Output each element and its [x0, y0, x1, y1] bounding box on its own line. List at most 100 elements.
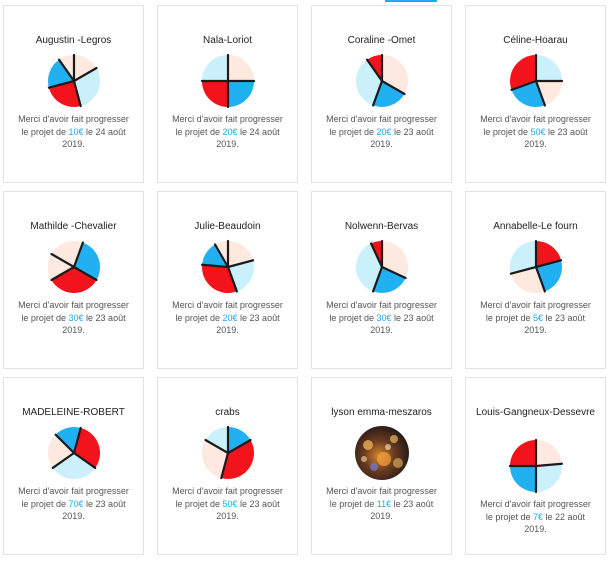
donation-year: 2019. — [216, 139, 239, 149]
avatar-segment — [510, 466, 536, 492]
donation-amount: 20€ — [222, 312, 238, 323]
contributor-name[interactable]: lyson emma-meszaros — [316, 406, 447, 419]
thanks-le: le — [240, 498, 248, 509]
thanks-line: Merci d'avoir fait progresser — [326, 114, 437, 124]
contributor-avatar[interactable] — [46, 53, 102, 109]
contributor-avatar[interactable] — [46, 425, 102, 481]
contributor-name[interactable]: crabs — [162, 406, 293, 419]
donation-amount: 50€ — [222, 498, 238, 509]
contributor-name[interactable]: Coraline -Omet — [316, 34, 447, 47]
contributor-name[interactable]: Augustin -Legros — [8, 34, 139, 47]
contributor-avatar[interactable] — [200, 425, 256, 481]
contributor-name[interactable]: MADELEINE-ROBERT — [8, 406, 139, 419]
contributor-card: Julie-Beaudoin Merci d'avoir fait progre… — [157, 191, 298, 369]
thanks-prefix: le projet de — [485, 312, 531, 323]
donation-date: 23 août — [249, 498, 280, 509]
thanks-line: Merci d'avoir fait progresser — [480, 114, 591, 124]
pie-avatar-svg — [509, 239, 563, 293]
donation-year: 2019. — [62, 139, 85, 149]
contributor-name[interactable]: Nolwenn-Bervas — [316, 220, 447, 233]
donation-year: 2019. — [524, 139, 547, 149]
avatar-segment — [536, 440, 562, 466]
thanks-prefix: le projet de — [175, 312, 220, 323]
thanks-le: le — [240, 312, 248, 323]
contributor-avatar[interactable] — [354, 425, 410, 481]
thanks-line: Merci d'avoir fait progresser — [18, 300, 129, 310]
thanks-prefix: le projet de — [485, 511, 531, 522]
top-accent-bar — [385, 0, 437, 2]
contributor-name[interactable]: Julie-Beaudoin — [162, 220, 293, 233]
pie-avatar-svg — [200, 239, 255, 293]
pie-avatar-svg — [48, 241, 100, 293]
contributor-name[interactable]: Louis-Gangneux-Dessevre — [470, 406, 601, 419]
thanks-message: Merci d'avoir fait progresser le projet … — [474, 299, 597, 337]
thanks-message: Merci d'avoir fait progresser le projet … — [12, 113, 135, 151]
contributor-avatar[interactable] — [200, 239, 256, 295]
contributor-avatar[interactable] — [354, 239, 410, 295]
donation-amount: 50€ — [530, 126, 546, 137]
donation-amount: 30€ — [376, 312, 392, 323]
contributor-card: Céline-Hoarau Merci d'avoir fait progres… — [465, 5, 606, 183]
avatar-segment — [202, 81, 228, 107]
thanks-line: Merci d'avoir fait progresser — [18, 486, 129, 496]
donation-year: 2019. — [62, 325, 85, 335]
donation-amount: 11€ — [376, 498, 392, 509]
thanks-le: le — [86, 312, 94, 323]
contributor-card: Nala-Loriot Merci d'avoir fait progresse… — [157, 5, 298, 183]
contributor-card: lyson emma-meszaros Merci d'avoir fait p… — [311, 377, 452, 555]
contributor-name[interactable]: Mathilde -Chevalier — [8, 220, 139, 233]
pie-avatar-svg — [200, 53, 256, 109]
thanks-prefix: le projet de — [21, 126, 66, 137]
donation-amount: 10€ — [68, 126, 84, 137]
pie-avatar-svg — [202, 425, 254, 480]
contributor-card: Annabelle-Le fourn Merci d'avoir fait pr… — [465, 191, 606, 369]
thanks-le: le — [394, 312, 402, 323]
contributor-card: Louis-Gangneux-Dessevre Merci d'avoir fa… — [465, 377, 606, 555]
thanks-message: Merci d'avoir fait progresser le projet … — [320, 113, 443, 151]
thanks-le: le — [545, 312, 553, 323]
contributor-card: Coraline -Omet Merci d'avoir fait progre… — [311, 5, 452, 183]
thanks-message: Merci d'avoir fait progresser le projet … — [166, 113, 289, 151]
contributor-name[interactable]: Annabelle-Le fourn — [470, 220, 601, 233]
thanks-message: Merci d'avoir fait progresser le projet … — [166, 299, 289, 337]
contributor-card: Mathilde -Chevalier Merci d'avoir fait p… — [3, 191, 144, 369]
donation-amount: 70€ — [68, 498, 84, 509]
donation-amount: 30€ — [68, 312, 84, 323]
donation-year: 2019. — [524, 325, 547, 335]
thanks-message: Merci d'avoir fait progresser le projet … — [320, 485, 443, 523]
contributor-avatar[interactable] — [508, 438, 564, 494]
donation-date: 24 août — [249, 126, 280, 137]
contributor-avatar[interactable] — [354, 53, 410, 109]
thanks-prefix: le projet de — [329, 498, 375, 509]
pie-avatar-svg — [47, 53, 100, 108]
contributor-name[interactable]: Nala-Loriot — [162, 34, 293, 47]
thanks-line: Merci d'avoir fait progresser — [326, 300, 437, 310]
contributor-name[interactable]: Céline-Hoarau — [470, 34, 601, 47]
thanks-line: Merci d'avoir fait progresser — [172, 486, 283, 496]
donation-date: 23 août — [249, 312, 280, 323]
thanks-prefix: le projet de — [175, 498, 220, 509]
pie-avatar-svg — [356, 53, 408, 107]
thanks-le: le — [86, 126, 94, 137]
thanks-prefix: le projet de — [21, 498, 66, 509]
avatar-segment — [510, 440, 536, 466]
donation-amount: 20€ — [222, 126, 238, 137]
contributor-avatar[interactable] — [200, 53, 256, 109]
contributor-card: MADELEINE-ROBERT Merci d'avoir fait prog… — [3, 377, 144, 555]
avatar-segment — [228, 81, 254, 107]
donation-date: 23 août — [557, 126, 588, 137]
contributor-avatar[interactable] — [46, 239, 102, 295]
thanks-line: Merci d'avoir fait progresser — [326, 486, 437, 496]
donation-year: 2019. — [370, 325, 393, 335]
pie-avatar-svg — [47, 426, 100, 479]
thanks-line: Merci d'avoir fait progresser — [18, 114, 129, 124]
donation-date: 23 août — [555, 312, 586, 323]
donation-date: 23 août — [403, 498, 434, 509]
donation-date: 23 août — [95, 312, 126, 323]
pie-avatar-svg — [356, 239, 408, 293]
contributor-avatar[interactable] — [508, 53, 564, 109]
donation-year: 2019. — [370, 511, 393, 521]
thanks-prefix: le projet de — [175, 126, 220, 137]
contributor-avatar[interactable] — [508, 239, 564, 295]
contributors-grid: Augustin -Legros Merci d'avoir fait prog… — [3, 5, 606, 555]
